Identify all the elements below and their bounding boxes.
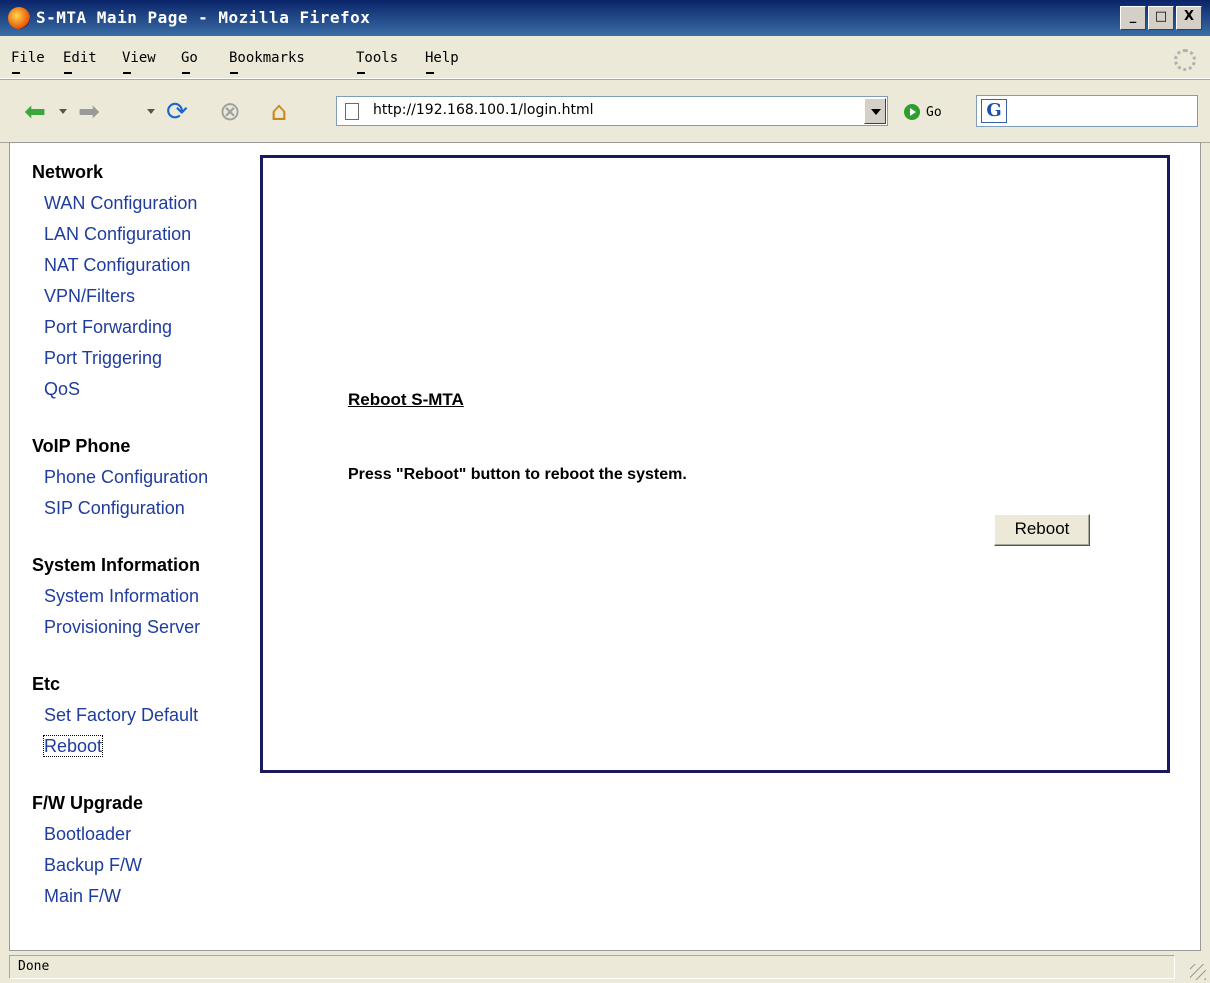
nav-link-provisioning-server[interactable]: Provisioning Server xyxy=(44,614,208,645)
nav-section-etc: Etc Set Factory Default Reboot xyxy=(32,671,208,764)
nav-link-phone-configuration[interactable]: Phone Configuration xyxy=(44,464,208,495)
menu-edit-label: Edit xyxy=(63,50,97,66)
nav-heading: System Information xyxy=(32,555,201,575)
nav-link-port-forwarding[interactable]: Port Forwarding xyxy=(44,314,208,345)
nav-link-qos[interactable]: QoS xyxy=(44,376,208,407)
menu-view[interactable]: View xyxy=(122,50,156,74)
status-bar: Done xyxy=(0,951,1210,983)
reload-icon[interactable]: ⟳ xyxy=(160,95,194,129)
back-icon[interactable]: ⬅ xyxy=(18,95,52,129)
maximize-button[interactable]: □ xyxy=(1148,6,1174,30)
back-dropdown-icon[interactable] xyxy=(58,108,68,116)
nav-section-system-information: System Information System Information Pr… xyxy=(32,552,208,645)
menu-file[interactable]: File xyxy=(11,50,45,74)
page-icon xyxy=(345,103,359,120)
nav-link-set-factory-default[interactable]: Set Factory Default xyxy=(44,702,208,733)
url-dropdown-icon[interactable] xyxy=(864,98,886,124)
window-titlebar: S-MTA Main Page - Mozilla Firefox _ □ X xyxy=(0,0,1210,36)
close-button[interactable]: X xyxy=(1176,6,1202,30)
forward-icon[interactable]: ➡ xyxy=(72,95,106,129)
stop-icon[interactable]: ⊗ xyxy=(213,95,247,129)
menu-file-label: File xyxy=(11,50,45,66)
url-text: http://192.168.100.1/login.html xyxy=(373,102,594,118)
url-bar[interactable]: http://192.168.100.1/login.html xyxy=(336,96,888,126)
nav-link-main-fw[interactable]: Main F/W xyxy=(44,883,208,914)
status-text: Done xyxy=(9,955,1175,979)
menu-view-label: View xyxy=(122,50,156,66)
menu-edit[interactable]: Edit xyxy=(63,50,97,74)
home-icon[interactable]: ⌂ xyxy=(262,95,296,129)
nav-section-fw-upgrade: F/W Upgrade Bootloader Backup F/W Main F… xyxy=(32,790,208,914)
forward-dropdown-icon[interactable] xyxy=(146,108,156,116)
firefox-icon xyxy=(8,7,30,29)
nav-link-backup-fw[interactable]: Backup F/W xyxy=(44,852,208,883)
throbber-icon xyxy=(1174,49,1196,71)
nav-section-network: Network WAN Configuration LAN Configurat… xyxy=(32,159,208,407)
nav-heading: VoIP Phone xyxy=(32,436,131,456)
search-input[interactable]: G xyxy=(976,95,1198,127)
menu-tools-label: Tools xyxy=(356,50,399,66)
google-search-icon[interactable]: G xyxy=(981,99,1007,123)
go-label: Go xyxy=(926,104,942,120)
menu-go[interactable]: Go xyxy=(181,50,198,74)
nav-link-reboot-label: Reboot xyxy=(42,735,104,757)
nav-heading: Network xyxy=(32,162,104,182)
nav-heading: Etc xyxy=(32,674,61,694)
nav-section-voip-phone: VoIP Phone Phone Configuration SIP Confi… xyxy=(32,433,208,526)
panel-title: Reboot S-MTA xyxy=(348,390,464,409)
nav-link-lan-configuration[interactable]: LAN Configuration xyxy=(44,221,208,252)
nav-link-bootloader[interactable]: Bootloader xyxy=(44,821,208,852)
sidebar: Network WAN Configuration LAN Configurat… xyxy=(32,159,208,940)
menu-go-label: Go xyxy=(181,50,198,66)
page-content: Network WAN Configuration LAN Configurat… xyxy=(9,142,1201,951)
menu-bookmarks[interactable]: Bookmarks xyxy=(229,50,305,74)
nav-link-reboot[interactable]: Reboot xyxy=(42,733,208,764)
window-controls: _ □ X xyxy=(1120,6,1202,30)
resize-grip-icon[interactable] xyxy=(1190,964,1206,980)
reboot-instruction: Press "Reboot" button to reboot the syst… xyxy=(348,466,687,483)
minimize-button[interactable]: _ xyxy=(1120,6,1146,30)
menu-help[interactable]: Help xyxy=(425,50,459,74)
nav-link-system-information[interactable]: System Information xyxy=(44,583,208,614)
nav-link-sip-configuration[interactable]: SIP Configuration xyxy=(44,495,208,526)
nav-link-wan-configuration[interactable]: WAN Configuration xyxy=(44,190,208,221)
reboot-button[interactable]: Reboot xyxy=(994,514,1090,546)
reboot-panel: Reboot S-MTA Press "Reboot" button to re… xyxy=(260,155,1170,773)
go-arrow-icon xyxy=(904,104,920,120)
menu-tools[interactable]: Tools xyxy=(356,50,399,74)
menu-bookmarks-label: Bookmarks xyxy=(229,50,305,66)
menu-help-label: Help xyxy=(425,50,459,66)
window-title: S-MTA Main Page - Mozilla Firefox xyxy=(36,8,371,27)
nav-link-port-triggering[interactable]: Port Triggering xyxy=(44,345,208,376)
nav-link-vpn-filters[interactable]: VPN/Filters xyxy=(44,283,208,314)
nav-link-nat-configuration[interactable]: NAT Configuration xyxy=(44,252,208,283)
go-button[interactable]: Go xyxy=(904,101,942,123)
nav-heading: F/W Upgrade xyxy=(32,793,143,813)
menu-bar: File Edit View Go Bookmarks Tools Help xyxy=(0,36,1210,79)
